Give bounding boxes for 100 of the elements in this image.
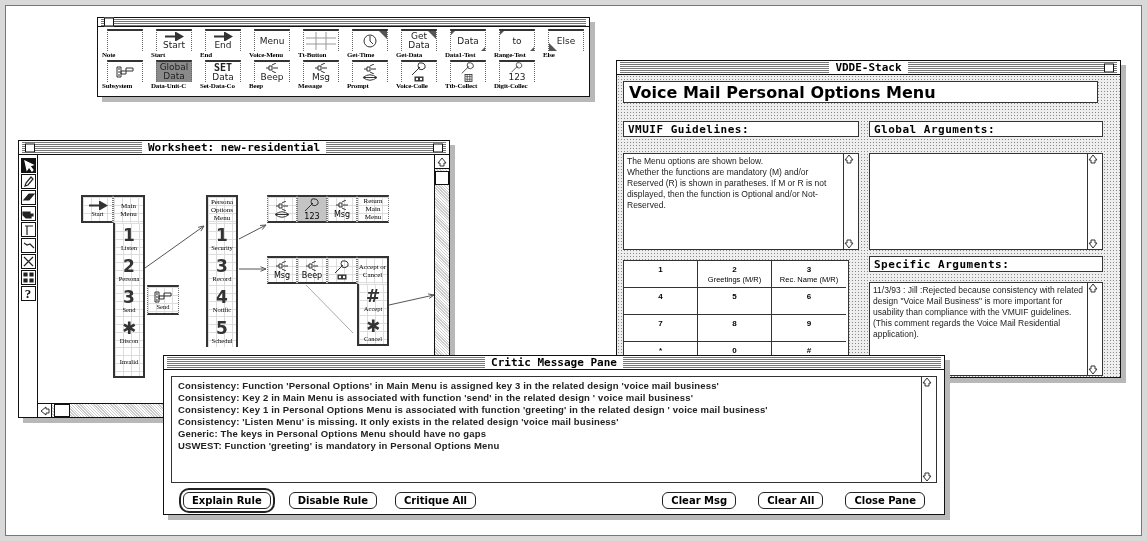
critic-message[interactable]: Consistency: Key 2 in Main Menu is associated with function 'send' in the related design ' voice mail business' [178,392,915,404]
pane-button[interactable]: Close Pane [845,492,925,509]
scroll-arrow-icon[interactable] [844,154,854,164]
speaker-icon [314,62,328,73]
keypad-key: 8 [732,318,737,329]
scroll-arrow-icon[interactable] [1088,239,1098,249]
pane-button[interactable]: Clear Msg [662,492,737,509]
critic-message[interactable]: USWEST: Function 'greeting' is mandatory in Personal Options Menu [178,440,915,452]
palette-tool-button[interactable] [107,29,143,51]
keypad-key: 2 [732,264,737,275]
rule-button[interactable]: Critique All [395,492,477,509]
keypad-key: 9 [806,318,812,329]
palette-title-bar[interactable] [98,18,589,27]
global-arguments-field[interactable] [869,153,1103,250]
critic-message[interactable]: Consistency: Key 1 in Personal Options Menu is associated with function 'greeting' in the related design ' voice mail business' [178,404,915,416]
corner-icon [428,31,436,39]
palette-tool-button[interactable] [303,29,339,51]
step-node[interactable]: 123 [297,195,327,223]
cut-icon [21,255,35,268]
palette-tool-button[interactable]: SET Data [205,60,241,82]
palette-tool-button[interactable]: Data [450,29,486,51]
step-label: Msg [273,270,291,280]
keypad-key: 4 [658,291,663,302]
eraser-icon [21,191,35,204]
step-node[interactable]: Msg [327,195,357,223]
tool-button[interactable]: ? [20,286,36,301]
connector-arrow [238,266,267,272]
scroll-arrow-icon[interactable] [39,405,50,416]
critic-title-bar[interactable]: Critic Message Pane [164,356,944,370]
section-heading: Global Arguments: [869,121,1103,137]
palette-tool-button[interactable]: Msg [303,60,339,82]
scroll-arrow-icon[interactable] [1088,283,1098,293]
net-icon [334,260,350,274]
speaker-icon [265,62,279,73]
scroll-arrow-icon[interactable] [922,377,932,387]
subsystem-icon [154,290,172,303]
palette-tool-button[interactable]: Else [548,29,584,51]
net-icon [509,62,525,73]
critic-message[interactable]: Generic: The keys in Personal Options Menu should have no gaps [178,428,915,440]
step-node[interactable]: Msg [267,256,297,284]
palette-tool-button[interactable]: to [499,29,535,51]
worksheet-title-bar[interactable]: Worksheet: new-residential [19,141,449,155]
rule-button[interactable]: Disable Rule [288,492,377,509]
step-label: Beep [301,270,323,280]
step-node[interactable]: Beep [297,256,327,284]
scroll-arrow-icon[interactable] [1088,365,1098,375]
palette-tool-button[interactable]: Beep [254,60,290,82]
connector-arrow [238,224,267,240]
palette-tool-button[interactable] [401,60,437,82]
step-node[interactable] [267,195,297,223]
palette-tool-button[interactable]: 123 [499,60,535,82]
speaker-icon [305,260,319,271]
palette-tool-button[interactable]: Get Data [401,29,437,51]
pencil-icon [21,175,35,188]
keypad-key: 0 [732,345,737,356]
corner-icon [379,31,387,39]
keypad-key: # [806,345,812,356]
close-box[interactable] [25,143,35,152]
palette-tool-button[interactable] [450,60,486,82]
palette-tool-button[interactable] [107,60,143,82]
palette-tool-button[interactable]: Start [156,29,192,51]
arrow-icon [87,201,108,210]
palette-tool-button[interactable] [352,60,388,82]
critic-message[interactable]: Consistency: 'Listen Menu' is missing. It only exists in the related design 'voice mail business' [178,416,915,428]
palette-tool-button[interactable]: Global Data [156,60,192,82]
tool-button[interactable] [20,270,36,285]
pane-button[interactable]: Clear All [758,492,824,509]
zoom-box[interactable] [433,143,443,152]
keypad-key: 1 [658,264,663,275]
window-title: Worksheet: new-residential [141,141,327,154]
close-box[interactable] [104,17,114,27]
palette-tool-button[interactable]: Menu [254,29,290,51]
window-title: Critic Message Pane [485,356,623,369]
scroll-thumb[interactable] [54,404,70,417]
tool-button[interactable] [20,158,36,173]
grid-icon [21,271,35,284]
scroll-arrow-icon[interactable] [844,239,854,249]
stack-title-bar[interactable]: VDDE-Stack [617,61,1120,75]
tool-button[interactable] [20,190,36,205]
critic-message[interactable]: Consistency: Function 'Personal Options' in Main Menu is assigned key 3 in the related design 'voice mail business' [178,380,915,392]
guidelines-field[interactable]: The Menu options are shown below. Whether the functions are mandatory (M) and/or Reserved (R) is shown in paratheses. If M or R is not displayed, then the function is Optional and/or Not-Reserved. [623,153,859,250]
palette-tool-button[interactable] [352,29,388,51]
keypad-key: 6 [806,291,812,302]
specific-arguments-field[interactable] [869,282,1103,376]
step-node[interactable] [327,256,357,284]
keypad-key: * [658,345,663,356]
zoom-box[interactable] [1104,63,1114,72]
net-icon [411,62,427,76]
scroll-thumb[interactable] [435,171,449,185]
keypad-icon [463,74,473,82]
scroll-arrow-icon[interactable] [1088,154,1098,164]
palette-tool-button[interactable]: End [205,29,241,51]
scroll-arrow-icon[interactable] [922,472,932,482]
arrow-icon [164,32,184,41]
specific-arguments-text: 11/3/93 : Jill :Rejected because consistency with related design "Voice Mail Business" is more important for usability than compliance with the VMUIF guidelines. (This comment regards the Voice Mail Residential application). [872,284,1085,341]
card-title-field[interactable]: Voice Mail Personal Options Menu [623,81,1098,103]
tool-button[interactable] [20,254,36,269]
speaker-icon [275,200,289,211]
tool-button[interactable] [20,174,36,189]
scroll-arrow-icon[interactable] [437,156,447,167]
